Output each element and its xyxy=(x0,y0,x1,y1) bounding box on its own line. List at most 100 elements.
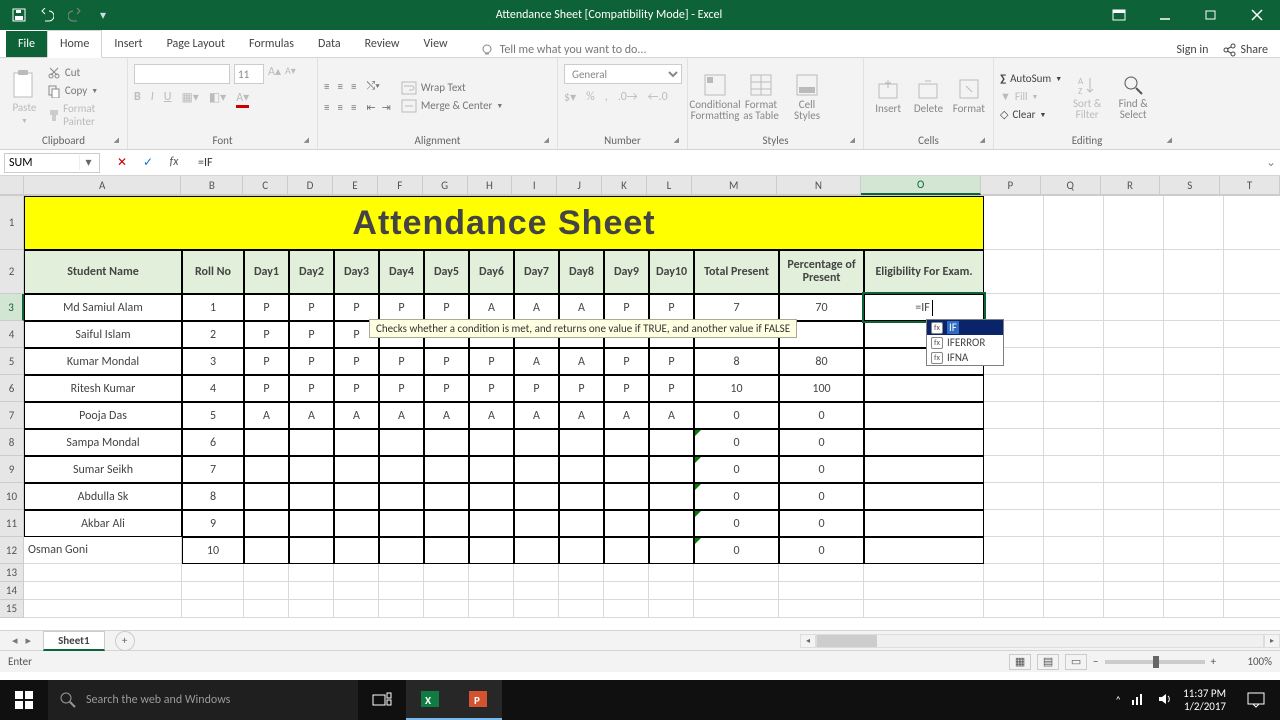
cell-A14[interactable] xyxy=(24,582,182,600)
inc-indent-icon[interactable]: ⇥ xyxy=(382,101,391,114)
dec-decimal-icon[interactable]: ←.0 xyxy=(648,90,668,105)
tray-expand-icon[interactable]: ˄ xyxy=(1115,694,1121,707)
close-button[interactable] xyxy=(1234,0,1280,30)
cell-P14[interactable] xyxy=(984,582,1044,600)
cell-M5[interactable]: 8 xyxy=(694,348,779,375)
cell-D5[interactable]: P xyxy=(289,348,334,375)
cell-J2[interactable]: Day8 xyxy=(559,250,604,294)
cell-F12[interactable] xyxy=(379,537,424,564)
cell-R1[interactable] xyxy=(1104,196,1164,250)
cell-O6[interactable] xyxy=(864,375,984,402)
cell-F15[interactable] xyxy=(379,600,424,618)
ribbon-display-icon[interactable] xyxy=(1096,0,1142,30)
scroll-right-icon[interactable]: ▸ xyxy=(1264,634,1280,648)
cell-I9[interactable] xyxy=(514,456,559,483)
cell-E8[interactable] xyxy=(334,429,379,456)
cell-K12[interactable] xyxy=(604,537,649,564)
cell-M14[interactable] xyxy=(694,582,779,600)
row-header-5[interactable]: 5 xyxy=(0,348,24,375)
cell-G9[interactable] xyxy=(424,456,469,483)
cell-F11[interactable] xyxy=(379,510,424,537)
cell-R2[interactable] xyxy=(1104,250,1164,294)
sheet-nav-next[interactable]: ▸ xyxy=(26,634,32,647)
tab-file[interactable]: File xyxy=(6,31,47,57)
row-header-8[interactable]: 8 xyxy=(0,429,24,456)
task-view-button[interactable] xyxy=(358,680,406,720)
cell-B12[interactable]: 10 xyxy=(182,537,244,564)
sheet-nav-prev[interactable]: ◂ xyxy=(12,634,18,647)
cell-J9[interactable] xyxy=(559,456,604,483)
minimize-button[interactable] xyxy=(1142,0,1188,30)
cell-H5[interactable]: P xyxy=(469,348,514,375)
cell-J13[interactable] xyxy=(559,564,604,582)
font-size-input[interactable] xyxy=(234,64,264,84)
sort-filter-button[interactable]: AZSort & Filter xyxy=(1066,74,1108,120)
cut-button[interactable]: Cut xyxy=(47,66,121,80)
cell-B7[interactable]: 5 xyxy=(182,402,244,429)
cell-S13[interactable] xyxy=(1164,564,1224,582)
cell-I8[interactable] xyxy=(514,429,559,456)
cell-K13[interactable] xyxy=(604,564,649,582)
cell-A7[interactable]: Pooja Das xyxy=(24,402,182,429)
cell-L14[interactable] xyxy=(649,582,694,600)
cell-T5[interactable] xyxy=(1224,348,1280,375)
tray-volume-icon[interactable] xyxy=(1157,692,1173,709)
cell-S5[interactable] xyxy=(1164,348,1224,375)
conditional-formatting-button[interactable]: Conditional Formatting xyxy=(694,73,736,121)
cell-T9[interactable] xyxy=(1224,456,1280,483)
cell-C9[interactable] xyxy=(244,456,289,483)
cell-T13[interactable] xyxy=(1224,564,1280,582)
cell-Q5[interactable] xyxy=(1044,348,1104,375)
col-header-J[interactable]: J xyxy=(557,176,602,195)
cell-M9[interactable]: 0 xyxy=(694,456,779,483)
cell-C15[interactable] xyxy=(244,600,289,618)
cell-E12[interactable] xyxy=(334,537,379,564)
cell-B10[interactable]: 8 xyxy=(182,483,244,510)
cell-P9[interactable] xyxy=(984,456,1044,483)
cell-H15[interactable] xyxy=(469,600,514,618)
cell-K6[interactable]: P xyxy=(604,375,649,402)
cell-A8[interactable]: Sampa Mondal xyxy=(24,429,182,456)
cell-O15[interactable] xyxy=(864,600,984,618)
row-header-13[interactable]: 13 xyxy=(0,564,24,582)
cell-O7[interactable] xyxy=(864,402,984,429)
cell-Q3[interactable] xyxy=(1044,294,1104,321)
cell-O9[interactable] xyxy=(864,456,984,483)
cell-R6[interactable] xyxy=(1104,375,1164,402)
cell-E3[interactable]: P xyxy=(334,294,379,321)
cell-J5[interactable]: A xyxy=(559,348,604,375)
row-header-15[interactable]: 15 xyxy=(0,600,24,618)
cell-K3[interactable]: P xyxy=(604,294,649,321)
cell-G8[interactable] xyxy=(424,429,469,456)
cell-S9[interactable] xyxy=(1164,456,1224,483)
fill-color-button[interactable]: ◧▾ xyxy=(209,90,226,108)
cell-P15[interactable] xyxy=(984,600,1044,618)
cell-S15[interactable] xyxy=(1164,600,1224,618)
cell-C3[interactable]: P xyxy=(244,294,289,321)
cell-P13[interactable] xyxy=(984,564,1044,582)
cell-M6[interactable]: 10 xyxy=(694,375,779,402)
cell-B11[interactable]: 9 xyxy=(182,510,244,537)
cell-A9[interactable]: Sumar Seikh xyxy=(24,456,182,483)
cell-R8[interactable] xyxy=(1104,429,1164,456)
percent-icon[interactable]: % xyxy=(586,90,595,105)
cell-O11[interactable] xyxy=(864,510,984,537)
cell-K9[interactable] xyxy=(604,456,649,483)
task-powerpoint[interactable]: P xyxy=(454,680,502,720)
cell-B8[interactable]: 6 xyxy=(182,429,244,456)
tab-view[interactable]: View xyxy=(412,31,460,57)
row-header-4[interactable]: 4 xyxy=(0,321,24,348)
view-normal-icon[interactable]: ▦ xyxy=(1009,654,1031,670)
cell-I11[interactable] xyxy=(514,510,559,537)
cell-L3[interactable]: P xyxy=(649,294,694,321)
cell-J15[interactable] xyxy=(559,600,604,618)
col-header-T[interactable]: T xyxy=(1220,176,1280,195)
cell-N2[interactable]: Percentage of Present xyxy=(779,250,864,294)
col-header-G[interactable]: G xyxy=(423,176,468,195)
cell-D10[interactable] xyxy=(289,483,334,510)
row-header-3[interactable]: 3 xyxy=(0,294,24,321)
cell-H10[interactable] xyxy=(469,483,514,510)
cell-H7[interactable]: A xyxy=(469,402,514,429)
cell-L8[interactable] xyxy=(649,429,694,456)
cell-N11[interactable]: 0 xyxy=(779,510,864,537)
